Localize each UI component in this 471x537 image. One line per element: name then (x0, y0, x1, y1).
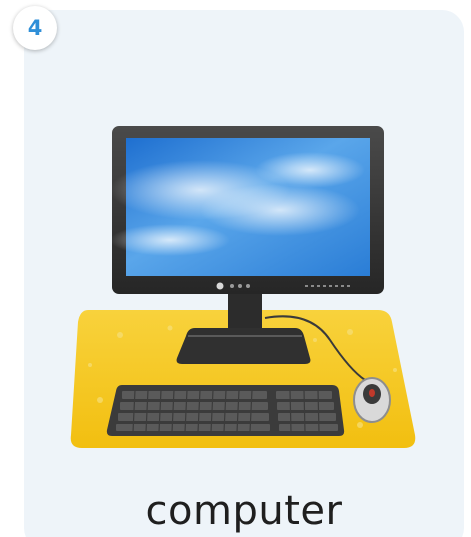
keyboard (106, 385, 345, 436)
computer-icon (70, 126, 416, 448)
page: 4 computer (0, 0, 471, 537)
mouse (353, 377, 391, 423)
word-label: computer (145, 488, 343, 534)
number-badge: 4 (13, 6, 57, 50)
monitor (110, 126, 384, 294)
